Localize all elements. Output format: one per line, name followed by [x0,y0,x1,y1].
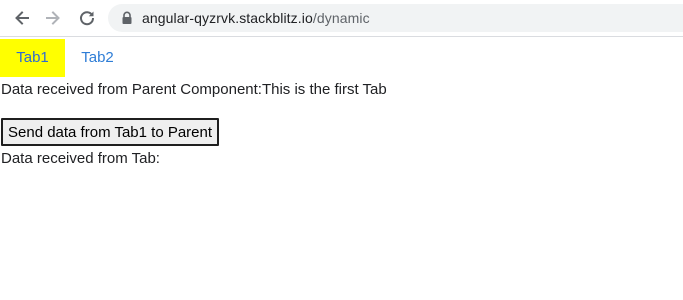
url-host: angular-qyzrvk.stackblitz.io [142,10,313,26]
page-content: Tab1 Tab2 Data received from Parent Comp… [0,37,683,300]
tab-tab1[interactable]: Tab1 [0,39,65,77]
url-path: /dynamic [312,10,370,26]
browser-toolbar: angular-qyzrvk.stackblitz.io/dynamic [0,0,683,37]
tab-data-text: Data received from Tab: [1,150,160,167]
url-text: angular-qyzrvk.stackblitz.io/dynamic [142,10,370,26]
arrow-right-icon[interactable] [42,7,64,29]
parent-data-text: Data received from Parent Component:This… [1,81,387,98]
address-bar[interactable]: angular-qyzrvk.stackblitz.io/dynamic [108,4,683,32]
lock-icon[interactable] [120,11,134,25]
send-data-button[interactable]: Send data from Tab1 to Parent [1,118,220,146]
arrow-left-icon[interactable] [11,7,33,29]
reload-icon[interactable] [76,7,98,29]
tab-tab2[interactable]: Tab2 [65,39,130,77]
